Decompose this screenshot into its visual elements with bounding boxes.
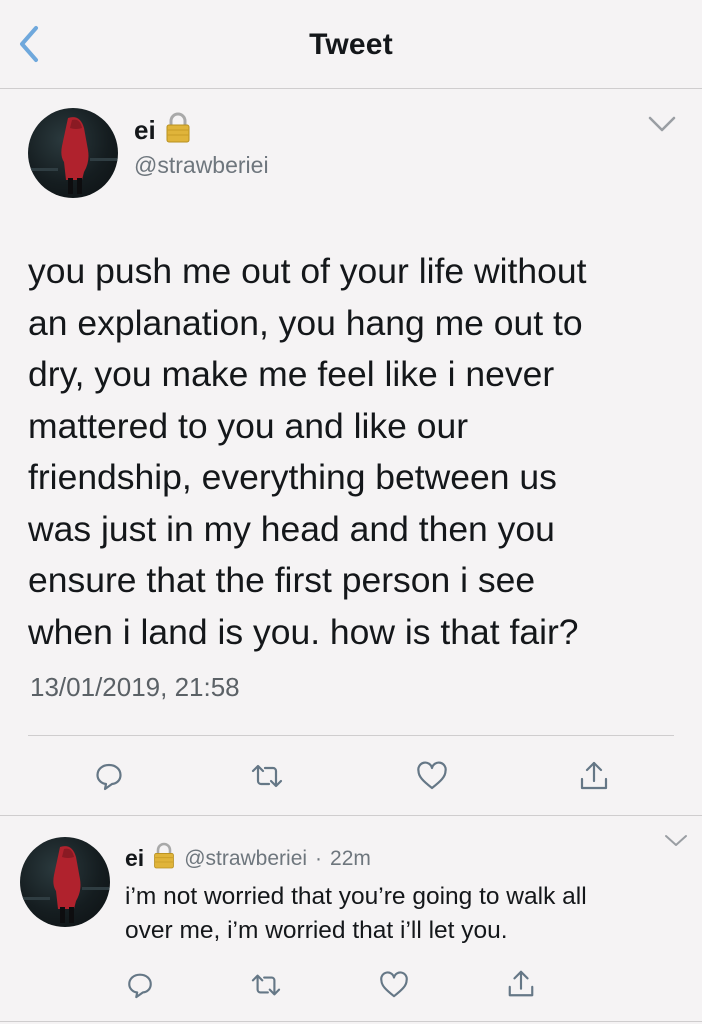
divider [0,1021,702,1022]
retweet-button[interactable] [245,758,289,794]
avatar-image [20,846,110,923]
share-icon [508,970,534,997]
nav-bar: Tweet [0,0,702,89]
like-button[interactable] [412,758,452,794]
author-handle[interactable]: @strawberiei [134,152,269,179]
reply-icon [96,763,122,791]
chevron-down-icon[interactable] [664,834,688,848]
retweet-icon [251,764,283,788]
tweet-text: you push me out of your life without an … [28,251,587,652]
reply-icon [128,973,152,999]
meta-separator: · [315,846,323,870]
lock-icon [152,842,176,875]
reply-avatar[interactable] [20,837,110,927]
avatar-image [28,117,118,194]
reply-author-row: ei @strawberiei · 22m [125,842,371,875]
reply-button[interactable] [89,758,129,794]
reply-reply-button[interactable] [122,968,158,1002]
reply-retweet-button[interactable] [246,968,286,1002]
lock-icon [164,112,192,149]
like-icon [380,971,408,998]
reply-text: i’m not worried that you’re going to wal… [125,883,587,944]
share-button[interactable] [574,756,614,796]
reply-share-button[interactable] [502,966,540,1002]
author-name[interactable]: ei [134,115,156,146]
page-title: Tweet [309,28,393,61]
author-row: ei [134,112,192,149]
like-icon [417,761,447,790]
divider [28,735,674,736]
retweet-icon [251,974,281,996]
tweet-timestamp[interactable]: 13/01/2019, 21:58 [30,672,240,703]
divider [0,815,702,816]
reply-author-handle[interactable]: @strawberiei [184,847,307,871]
reply-author-name[interactable]: ei [125,845,144,872]
chevron-down-icon[interactable] [647,114,677,134]
share-icon [580,761,608,790]
avatar[interactable] [28,108,118,198]
reply-like-button[interactable] [375,968,413,1002]
reply-time: 22m [330,846,371,870]
